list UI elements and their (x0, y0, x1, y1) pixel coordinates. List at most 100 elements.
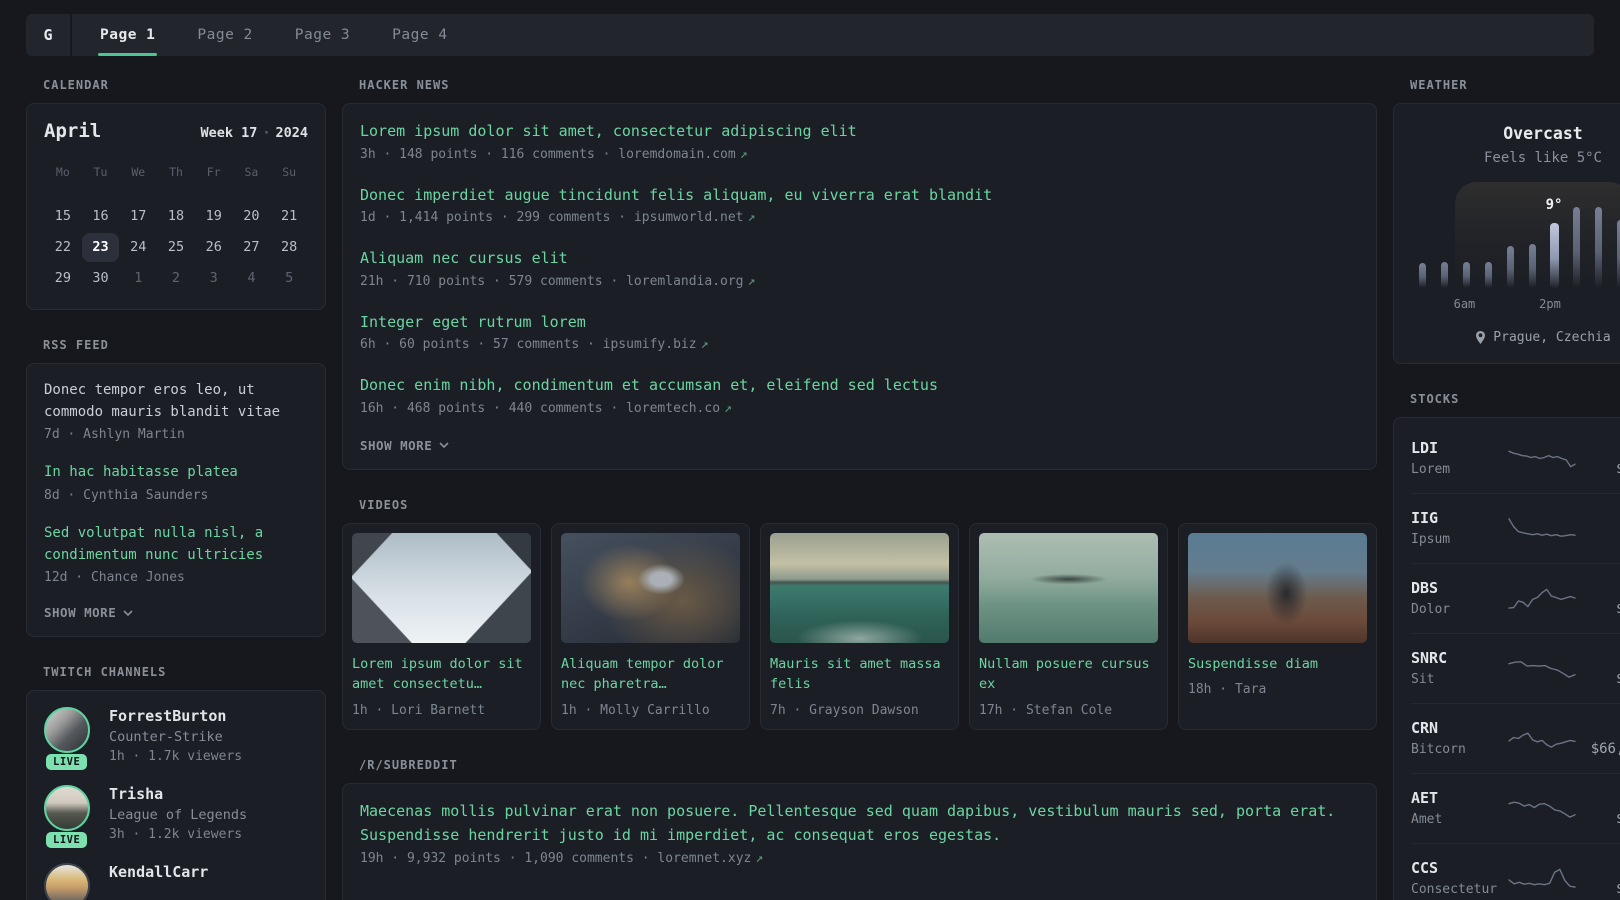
page-tab[interactable]: Page 2 (197, 14, 252, 56)
video-meta: 7h · Grayson Dawson (770, 703, 919, 719)
video-thumbnail[interactable] (352, 532, 531, 643)
twitch-channel-row[interactable]: LIVE ForrestBurton Counter-Strike 1h · 1… (44, 707, 308, 771)
hackernews-show-more-button[interactable]: SHOW MORE (360, 438, 1359, 453)
subreddit-post-domain-link[interactable]: loremnet.xyz (657, 851, 751, 866)
calendar-day: 23 (81, 233, 120, 262)
video-meta: 1h · Molly Carrillo (561, 703, 710, 719)
hackernews-item-title[interactable]: Aliquam nec cursus elit (360, 247, 1359, 270)
stock-change: +2.84% (1578, 510, 1620, 526)
video-card[interactable]: Suspendisse diam 18h · Tara (1178, 522, 1377, 731)
external-link-icon[interactable]: ↗ (748, 210, 756, 225)
stock-row[interactable]: IIG Ipsum +2.84% $42.04 (1411, 493, 1620, 563)
stock-sparkline (1508, 801, 1576, 818)
weather-feels-like: Feels like 5°C (1483, 150, 1602, 166)
video-title[interactable]: Aliquam tempor dolor nec pharetra… (561, 654, 740, 696)
video-title[interactable]: Nullam posuere cursus ex (979, 654, 1158, 696)
rss-item-title[interactable]: Donec tempor eros leo, ut commodo mauris… (44, 380, 308, 423)
external-link-icon[interactable]: ↗ (724, 401, 732, 416)
stock-id: SNRC Sit (1411, 649, 1508, 687)
stock-price: $165.84 (1578, 881, 1620, 897)
weather-location-label: Prague, Czechia (1493, 330, 1611, 345)
weather-section-label: WEATHER (1410, 78, 1468, 92)
stock-row[interactable]: CRN Bitcorn -1.00% $66,171.48 (1411, 703, 1620, 773)
weather-bar (1528, 243, 1536, 288)
weather-bar-cell (1477, 192, 1499, 288)
rss-item-meta: 8d · Cynthia Saunders (44, 488, 209, 504)
weather-widget: WEATHER Overcast Feels like 5°C 9° 6am 2… (1393, 78, 1620, 364)
hackernews-item-domain-link[interactable]: ipsumify.biz (603, 337, 697, 352)
external-link-icon[interactable]: ↗ (701, 337, 709, 352)
hackernews-item-title[interactable]: Donec enim nibh, condimentum et accumsan… (360, 374, 1359, 397)
page-tab[interactable]: Page 3 (295, 14, 350, 56)
stock-row[interactable]: SNRC Sit +1.36% $148.64 (1411, 633, 1620, 703)
weather-bar (1418, 263, 1426, 288)
hackernews-item-domain-link[interactable]: loremdomain.com (618, 147, 735, 162)
hackernews-item-domain-link[interactable]: ipsumworld.net (634, 210, 744, 225)
rss-show-more-button[interactable]: SHOW MORE (44, 605, 308, 620)
video-card[interactable]: Aliquam tempor dolor nec pharetra… 1h · … (551, 522, 750, 731)
hackernews-item-meta: 16h · 468 points · 440 comments · loremt… (360, 401, 1359, 416)
stock-sparkline (1508, 588, 1576, 609)
external-link-icon[interactable]: ↗ (748, 274, 756, 289)
external-link-icon[interactable]: ↗ (740, 147, 748, 162)
video-card[interactable]: Nullam posuere cursus ex 17h · Stefan Co… (969, 522, 1168, 731)
rss-item-title[interactable]: In hac habitasse platea (44, 462, 308, 484)
left-column: CALENDAR April Week 17 · 2024 Mo Tu We Th Fr Sa… (26, 78, 326, 900)
calendar-weekday-row: Mo Tu We Th Fr Sa Su (44, 160, 308, 184)
stock-price: $795.18 (1578, 461, 1620, 477)
video-title[interactable]: Lorem ipsum dolor sit amet consectetu… (352, 654, 531, 696)
twitch-avatar-wrap: LIVE (44, 785, 94, 849)
video-card[interactable]: Lorem ipsum dolor sit amet consectetu… 1… (342, 522, 541, 731)
stock-row[interactable]: DBS Dolor +1.42% $156.28 (1411, 563, 1620, 633)
page-tab[interactable]: Page 1 (97, 14, 158, 56)
video-card[interactable]: Mauris sit amet massa felis 7h · Grayson… (760, 522, 959, 731)
stock-row[interactable]: CCS Consectetur +0.51% $165.84 (1411, 843, 1620, 900)
twitch-channel-viewers: 1h · 1.7k viewers (109, 749, 243, 765)
location-pin-icon (1476, 331, 1486, 344)
weather-current-temp: 9° (1545, 197, 1563, 214)
rss-item-title[interactable]: Sed volutpat nulla nisl, a condimentum n… (44, 523, 308, 566)
calendar-day: 20 (243, 208, 260, 224)
hackernews-item-title[interactable]: Donec imperdiet augue tincidunt felis al… (360, 184, 1359, 207)
hackernews-item-title[interactable]: Integer eget rutrum lorem (360, 311, 1359, 334)
video-thumbnail[interactable] (561, 532, 740, 643)
external-link-icon[interactable]: ↗ (755, 851, 763, 866)
twitch-channel-info: Trisha League of Legends 3h · 1.2k viewe… (109, 785, 247, 842)
avatar (44, 785, 90, 832)
weather-bar (1440, 262, 1448, 288)
twitch-channel-row[interactable]: LIVE Trisha League of Legends 3h · 1.2k … (44, 785, 308, 849)
twitch-section-label: TWITCH CHANNELS (43, 665, 167, 680)
stock-row[interactable]: AET Amet +0.92% $499.72 (1411, 773, 1620, 843)
calendar-day: 15 (54, 208, 71, 224)
subreddit-post: Maecenas mollis pulvinar erat non posuer… (360, 800, 1359, 866)
page-tabs: Page 1 Page 2 Page 3 Page 4 (97, 14, 448, 56)
weather-chart: 9° (1411, 182, 1620, 288)
hackernews-item-title[interactable]: Lorem ipsum dolor sit amet, consectetur … (360, 120, 1359, 143)
weather-condition: Overcast (1503, 124, 1583, 143)
rss-item: Donec tempor eros leo, ut commodo mauris… (44, 380, 308, 442)
subreddit-post-title[interactable]: Maecenas mollis pulvinar erat non posuer… (360, 800, 1359, 847)
video-title[interactable]: Mauris sit amet massa felis (770, 654, 949, 696)
calendar-day: 17 (130, 208, 147, 224)
video-title[interactable]: Suspendisse diam (1188, 654, 1367, 675)
stock-change: +0.51% (1578, 860, 1620, 876)
stock-row[interactable]: LDI Lorem +4.35% $795.18 (1411, 424, 1620, 493)
page-tab[interactable]: Page 4 (392, 14, 447, 56)
twitch-channel-info: ForrestBurton Counter-Strike 1h · 1.7k v… (109, 707, 242, 764)
hackernews-item-domain-link[interactable]: loremtech.co (626, 401, 720, 416)
video-thumbnail[interactable] (770, 532, 949, 643)
hackernews-item-meta: 21h · 710 points · 579 comments · loreml… (360, 274, 1359, 289)
stock-price: $499.72 (1578, 811, 1620, 827)
app-logo[interactable]: G (26, 14, 72, 56)
calendar-day: 16 (92, 208, 109, 224)
twitch-channel-info: KendallCarr (109, 863, 208, 900)
weather-bar-cell (1565, 192, 1587, 288)
twitch-widget: TWITCH CHANNELS LIVE ForrestBurton Count… (26, 665, 326, 900)
stock-sparkline (1508, 732, 1576, 748)
hackernews-item-domain-link[interactable]: loremlandia.org (626, 274, 743, 289)
right-column: WEATHER Overcast Feels like 5°C 9° 6am 2… (1393, 78, 1620, 900)
video-thumbnail[interactable] (979, 532, 1158, 643)
twitch-channel-row[interactable]: KendallCarr (44, 863, 308, 900)
twitch-avatar-wrap (44, 863, 94, 900)
video-thumbnail[interactable] (1188, 532, 1367, 643)
